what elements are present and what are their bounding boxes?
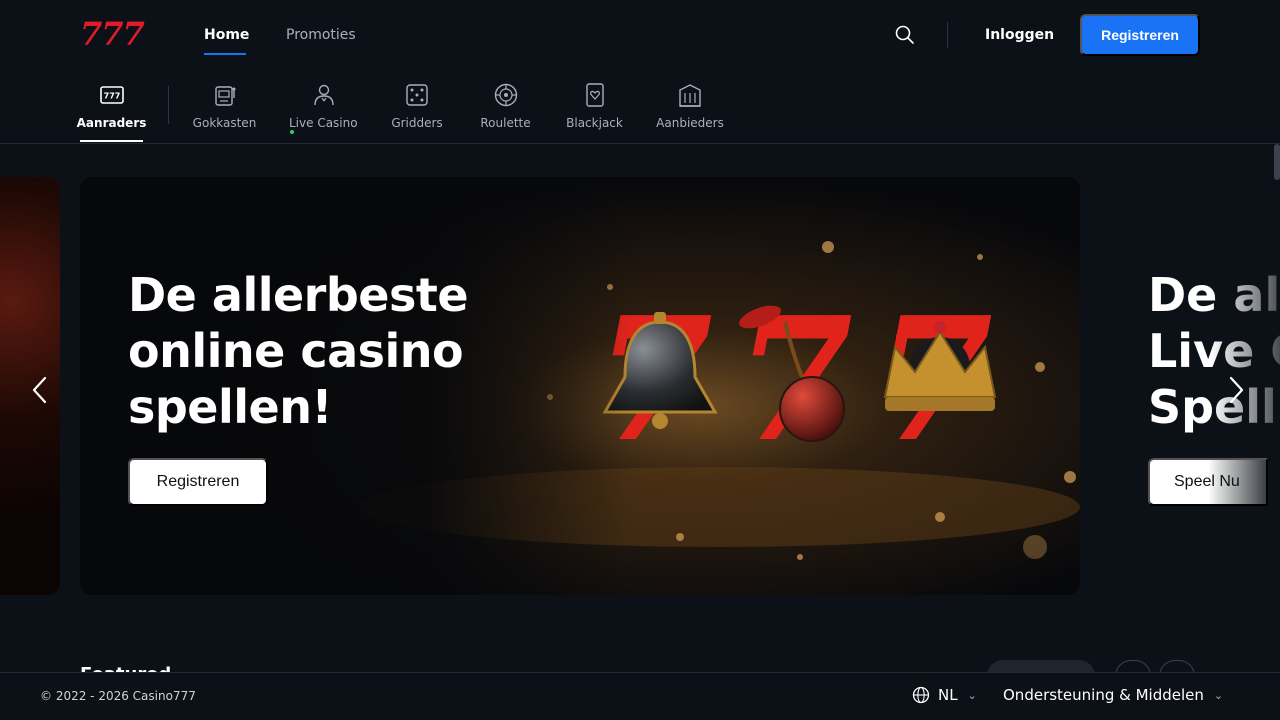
- top-header: 777 Home Promoties Inloggen Registreren: [0, 0, 1280, 70]
- slide-register-button[interactable]: Registreren: [128, 458, 268, 506]
- language-label: NL: [938, 686, 958, 704]
- register-button[interactable]: Registreren: [1080, 14, 1200, 56]
- chevron-down-icon: ⌄: [1213, 688, 1224, 702]
- category-divider: [168, 86, 169, 124]
- roulette-icon: [494, 83, 517, 107]
- playing-card-icon: [585, 83, 604, 107]
- support-menu[interactable]: Ondersteuning & Middelen ⌄: [1003, 686, 1223, 704]
- slide-title-line: Live C: [1148, 324, 1280, 378]
- globe-icon: [912, 686, 930, 704]
- category-label: Aanbieders: [656, 116, 724, 130]
- category-label: Aanraders: [76, 116, 147, 130]
- category-label: Roulette: [480, 116, 531, 130]
- next-slide-title: De al Live C Spell: [1148, 267, 1280, 435]
- carousel-next-arrow-icon[interactable]: [1224, 374, 1248, 406]
- category-gokkasten[interactable]: Gokkasten: [192, 82, 257, 130]
- carousel-slide-active[interactable]: 777 De allerbeste online casino spellen!…: [80, 177, 1080, 595]
- svg-text:777: 777: [103, 92, 120, 101]
- slide-title: De allerbeste online casino spellen!: [128, 267, 469, 435]
- carousel-slide-next[interactable]: De al Live C Spell Speel Nu: [1100, 177, 1280, 595]
- dice-icon: [406, 84, 428, 106]
- page-scrollbar[interactable]: [1274, 144, 1280, 180]
- slide-play-now-button[interactable]: Speel Nu: [1148, 458, 1268, 506]
- live-dealer-icon: [314, 84, 334, 106]
- category-active-indicator: [80, 140, 143, 142]
- category-blackjack[interactable]: Blackjack: [565, 82, 624, 130]
- category-label: Gridders: [391, 116, 443, 130]
- slide-title-line: De allerbeste: [128, 268, 469, 322]
- category-label: Blackjack: [566, 116, 623, 130]
- slide-title-line: Spell: [1148, 380, 1277, 434]
- slide-title-line: spellen!: [128, 380, 332, 434]
- recommended-777-icon: 777: [99, 86, 124, 104]
- footer-bar: © 2022 - 2026 Casino777 NL ⌄ Ondersteuni…: [0, 672, 1280, 720]
- copyright-text: © 2022 - 2026 Casino777: [40, 689, 196, 703]
- slot-machine-icon: [214, 86, 235, 106]
- slide-title-line: De al: [1148, 268, 1280, 322]
- casino-logo[interactable]: 777: [80, 16, 145, 52]
- category-aanraders[interactable]: 777 Aanraders: [77, 82, 146, 130]
- slide-title-line: online casino: [128, 324, 464, 378]
- header-divider: [947, 22, 948, 48]
- nav-promoties[interactable]: Promoties: [286, 26, 356, 44]
- live-indicator-dot: [290, 130, 294, 134]
- category-aanbieders[interactable]: Aanbieders: [655, 82, 725, 130]
- category-roulette[interactable]: Roulette: [480, 82, 531, 130]
- nav-active-indicator: [204, 53, 246, 55]
- category-label: Gokkasten: [192, 116, 257, 130]
- category-gridders[interactable]: Gridders: [391, 82, 443, 130]
- carousel-prev-arrow-icon[interactable]: [28, 374, 52, 406]
- language-selector[interactable]: NL ⌄: [912, 686, 977, 704]
- building-icon: [679, 84, 701, 107]
- category-label: Live Casino: [289, 116, 359, 144]
- nav-home[interactable]: Home: [204, 26, 249, 44]
- search-icon[interactable]: [894, 24, 916, 46]
- support-label: Ondersteuning & Middelen: [1003, 686, 1204, 704]
- category-live-casino[interactable]: Live Casino: [289, 82, 359, 144]
- chevron-down-icon: ⌄: [967, 688, 977, 702]
- login-link[interactable]: Inloggen: [985, 26, 1054, 44]
